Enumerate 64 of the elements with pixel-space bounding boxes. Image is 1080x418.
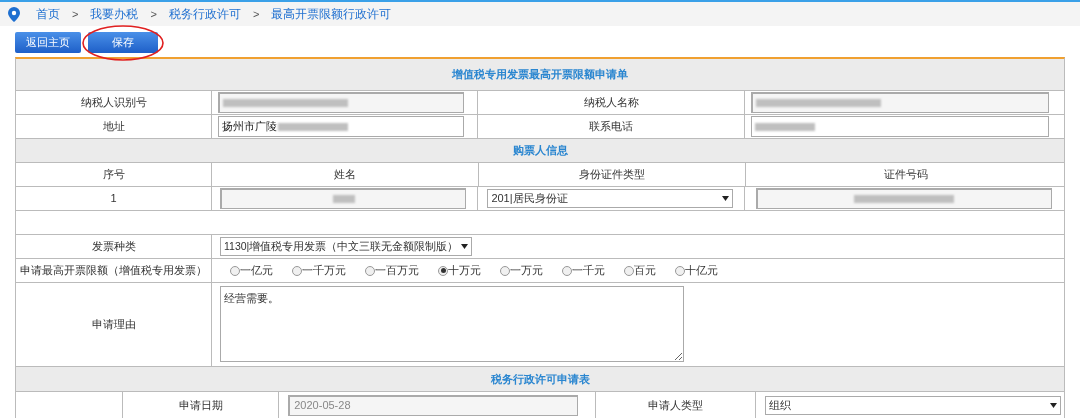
breadcrumb-separator: > <box>72 6 79 22</box>
radio-option[interactable]: 一亿元 <box>230 262 273 279</box>
field-label: 联系电话 <box>589 119 634 135</box>
field-value: 1130|增值税专用发票（中文三联无金额限制版） <box>224 238 459 254</box>
radio-option[interactable]: 百元 <box>624 262 656 279</box>
field-label: 地址 <box>102 119 125 135</box>
radio-button[interactable] <box>624 265 634 276</box>
radio-option[interactable]: 十亿元 <box>675 262 718 279</box>
radio-option[interactable]: 一万元 <box>500 262 543 279</box>
breadcrumb-link[interactable]: 我要办税 <box>90 5 139 23</box>
section-title: 购票人信息 <box>512 143 568 159</box>
select-field[interactable]: 201|居民身份证 <box>487 189 734 208</box>
field-value: 201|居民身份证 <box>491 191 568 207</box>
text-field[interactable] <box>751 116 1050 137</box>
field-label: 纳税人识别号 <box>80 95 147 111</box>
text-field[interactable] <box>220 188 466 209</box>
field-label: 证件号码 <box>884 167 928 183</box>
dropdown-arrow-icon <box>722 196 730 201</box>
save-button[interactable]: 保存 <box>88 32 158 53</box>
redacted-text <box>332 195 355 203</box>
field-label: 申请最高开票限额（增值税专用发票） <box>20 263 207 279</box>
text-field[interactable] <box>755 188 1052 209</box>
breadcrumb-separator: > <box>252 6 260 22</box>
field-value: 扬州市广陵 <box>222 119 277 135</box>
radio-button[interactable] <box>500 265 510 276</box>
text-field[interactable]: 扬州市广陵 <box>218 116 464 137</box>
section-title: 税务行政许可申请表 <box>490 371 590 387</box>
field-value: 组织 <box>769 397 792 413</box>
field-label: 申请理由 <box>91 317 136 333</box>
radio-button[interactable] <box>562 265 572 276</box>
redacted-text <box>278 122 348 131</box>
text-field[interactable] <box>751 92 1050 113</box>
radio-option[interactable]: 一千万元 <box>292 262 346 279</box>
field-label: 1 <box>110 191 117 207</box>
form-title: 增值税专用发票最高开票限额申请单 <box>452 67 628 83</box>
text-field[interactable] <box>218 92 464 113</box>
breadcrumb-link[interactable]: 最高开票限额行政许可 <box>271 5 392 23</box>
select-field[interactable]: 组织 <box>765 395 1062 415</box>
breadcrumb-link[interactable]: 首页 <box>36 5 60 23</box>
home-button[interactable]: 返回主页 <box>15 32 81 53</box>
breadcrumb-separator: > <box>150 6 157 22</box>
field-label: 发票种类 <box>91 239 136 255</box>
location-pin-icon <box>8 6 20 22</box>
radio-button[interactable] <box>365 265 375 276</box>
field-value: 2020-05-28 <box>294 398 351 414</box>
breadcrumb-link[interactable]: 税务行政许可 <box>168 5 241 23</box>
reason-textarea[interactable]: 经营需要。 <box>220 286 684 362</box>
field-label: 身份证件类型 <box>579 167 645 183</box>
redacted-text <box>755 122 816 131</box>
radio-option[interactable]: 十万元 <box>438 262 481 279</box>
field-label: 姓名 <box>334 167 356 183</box>
radio-button[interactable] <box>438 265 448 276</box>
radio-button[interactable] <box>230 265 240 276</box>
dropdown-arrow-icon <box>461 244 468 249</box>
field-label: 申请日期 <box>178 397 223 413</box>
radio-button[interactable] <box>675 265 685 276</box>
radio-option[interactable]: 一百万元 <box>365 262 419 279</box>
radio-button[interactable] <box>292 265 302 276</box>
field-label: 申请人类型 <box>648 397 704 413</box>
dropdown-arrow-icon <box>1050 402 1058 408</box>
field-label: 纳税人名称 <box>583 95 639 111</box>
radio-option[interactable]: 一千元 <box>562 262 605 279</box>
field-label: 序号 <box>102 167 125 183</box>
select-field[interactable]: 1130|增值税专用发票（中文三联无金额限制版） <box>220 237 472 256</box>
